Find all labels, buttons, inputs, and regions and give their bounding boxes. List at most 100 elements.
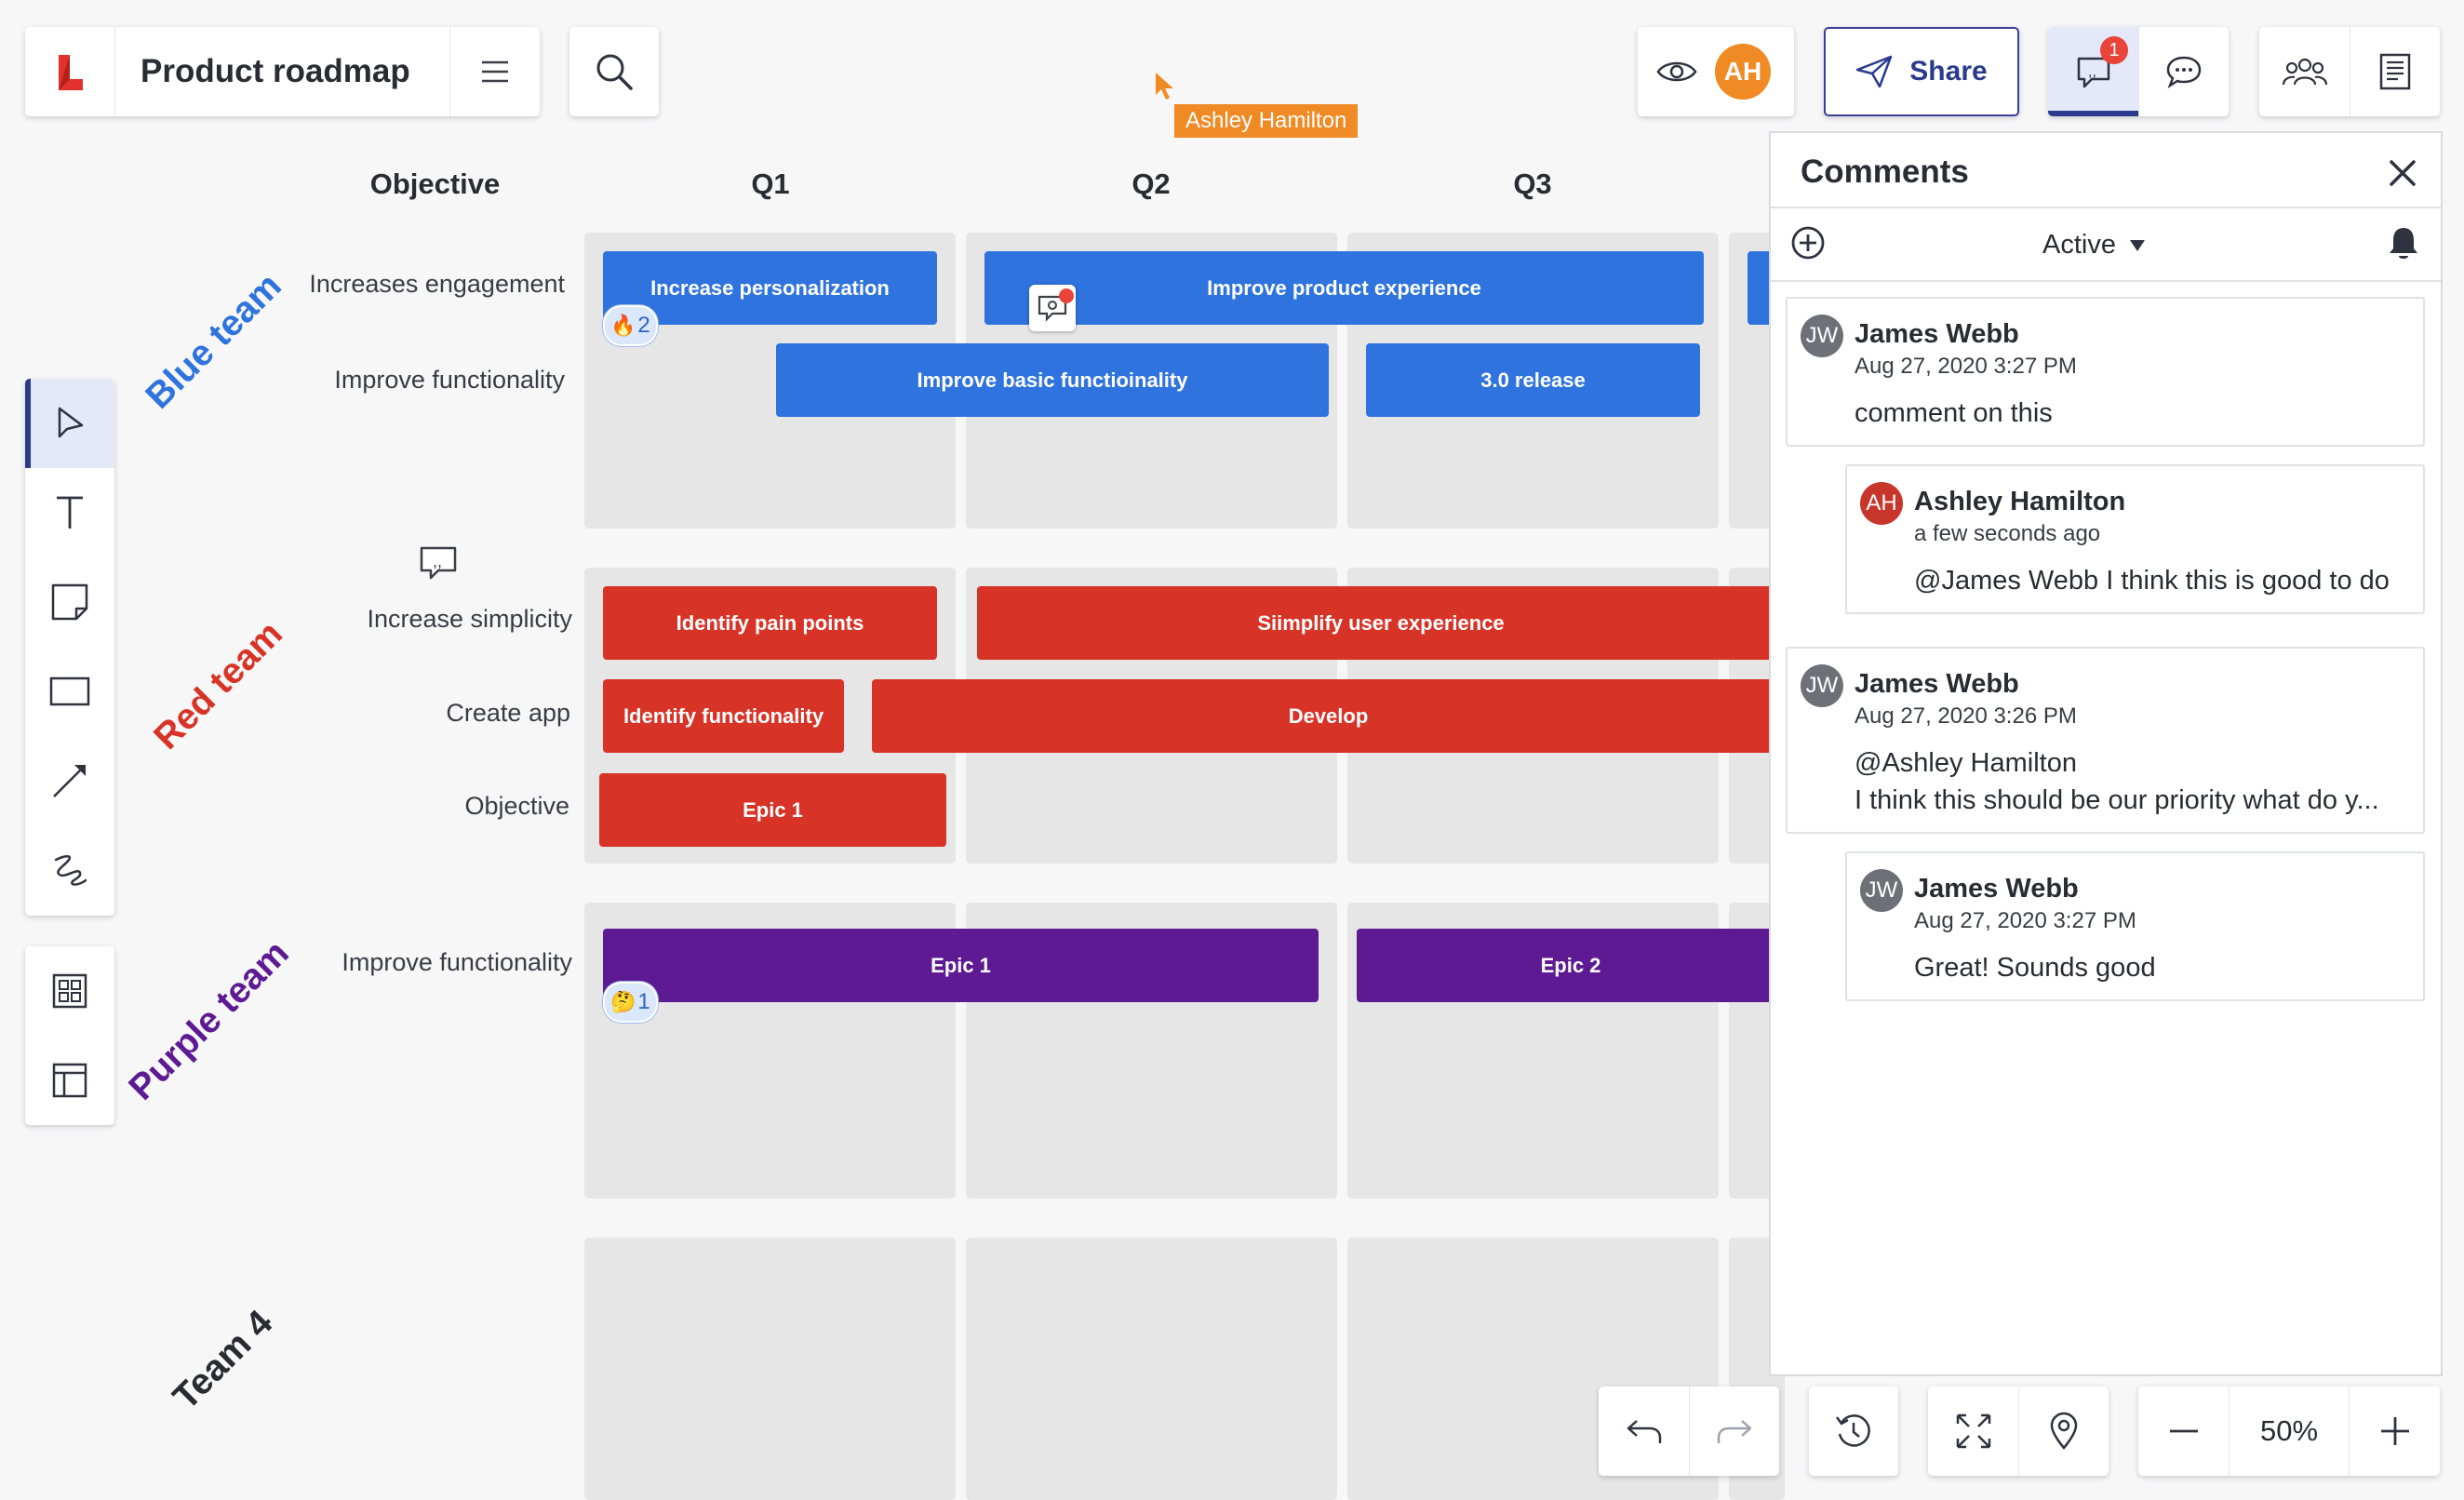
comment-date: Aug 27, 2020 3:27 PM xyxy=(1914,908,2136,933)
hamburger-menu-icon[interactable] xyxy=(450,27,540,116)
templates-button[interactable] xyxy=(25,1036,114,1125)
avatar: JW xyxy=(1801,664,1843,707)
shape-library-button[interactable] xyxy=(25,946,114,1036)
zoom-controls: 50% xyxy=(2138,1386,2440,1476)
freehand-tool[interactable] xyxy=(25,825,114,915)
comment-marker-icon[interactable]: ,, xyxy=(419,545,458,581)
avatar: AH xyxy=(1860,482,1903,525)
bar-epic-1-purple[interactable]: Epic 1 xyxy=(603,929,1319,1002)
cell-team4-q2[interactable] xyxy=(966,1238,1337,1500)
comment-author: James Webb xyxy=(1914,874,2079,904)
bar-improve-product-experience[interactable]: Improve product experience xyxy=(984,251,1704,325)
comment-text: Great! Sounds good xyxy=(1914,953,2156,983)
fit-to-screen-icon[interactable] xyxy=(1928,1386,2018,1476)
quarter-header-q1: Q1 xyxy=(751,167,790,200)
caret-down-icon xyxy=(2129,239,2145,251)
collaborators-icon[interactable] xyxy=(2259,27,2350,116)
comment-date: a few seconds ago xyxy=(1914,521,2101,546)
comment-notification-icon[interactable]: ,, 1 xyxy=(2048,27,2138,116)
comments-toggle-group: ,, 1 xyxy=(2048,27,2229,116)
library-toolbar xyxy=(25,946,114,1125)
document-title[interactable]: Product roadmap xyxy=(141,53,410,90)
objective-column-header: Objective xyxy=(369,167,501,200)
collaborator-cursor-icon xyxy=(1156,73,1173,100)
comment-card[interactable]: JW James Webb Aug 27, 2020 3:26 PM @Ashl… xyxy=(1786,647,2425,834)
redo-icon[interactable] xyxy=(1690,1386,1779,1476)
row-label[interactable]: Improve functionality xyxy=(341,948,572,977)
close-icon[interactable] xyxy=(2379,150,2426,196)
zoom-in-icon[interactable] xyxy=(2350,1386,2440,1476)
bar-simplify-user-experience[interactable]: Siimplify user experience xyxy=(977,586,1785,660)
comment-filter-value: Active xyxy=(2042,230,2116,260)
bar-improve-basic-functionality[interactable]: Improve basic functioinality xyxy=(776,343,1329,417)
comment-filter-dropdown[interactable]: Active xyxy=(2042,230,2146,261)
bar-identify-pain-points[interactable]: Identify pain points xyxy=(603,586,937,660)
quarter-header-q2: Q2 xyxy=(1132,167,1171,200)
bar-epic-2-purple[interactable]: Epic 2 xyxy=(1357,929,1785,1002)
sticky-note-tool[interactable] xyxy=(25,557,114,647)
share-send-icon xyxy=(1856,55,1893,88)
line-tool[interactable] xyxy=(25,736,114,825)
eye-icon[interactable] xyxy=(1638,27,1716,116)
view-presence-group: AH xyxy=(1638,27,1794,116)
history-icon[interactable] xyxy=(1809,1386,1898,1476)
thinking-emoji-icon: 🤔 xyxy=(610,990,636,1013)
rectangle-tool[interactable] xyxy=(25,647,114,736)
zoom-out-icon[interactable] xyxy=(2138,1386,2229,1476)
chat-bubble-icon[interactable] xyxy=(2139,27,2229,116)
team-label-blue[interactable]: Blue team xyxy=(127,255,301,429)
row-label[interactable]: Improve functionality xyxy=(334,366,565,395)
bar-3-0-release[interactable]: 3.0 release xyxy=(1366,343,1700,417)
sticky-note-icon xyxy=(51,583,88,621)
comment-reply-card[interactable]: AH Ashley Hamilton a few seconds ago @Ja… xyxy=(1845,464,2425,614)
comment-text: @James Webb I think this is good to do xyxy=(1914,566,2390,596)
comment-author: Ashley Hamilton xyxy=(1914,487,2126,516)
svg-text:,,: ,, xyxy=(2088,64,2096,80)
reaction-badge-thinking[interactable]: 🤔 1 xyxy=(603,982,658,1023)
document-title-bar: Product roadmap xyxy=(25,27,540,116)
cell-team4-q1[interactable] xyxy=(584,1238,956,1500)
reaction-count: 2 xyxy=(637,313,650,338)
drawing-toolbar xyxy=(25,379,114,916)
row-label[interactable]: Objective xyxy=(464,792,569,821)
location-pin-icon[interactable] xyxy=(2019,1386,2109,1476)
text-tool[interactable] xyxy=(25,468,114,557)
collaborator-cursor-label: Ashley Hamilton xyxy=(1174,104,1359,138)
team-label-purple[interactable]: Purple team xyxy=(116,928,303,1115)
template-icon xyxy=(52,1063,87,1098)
collaboration-group xyxy=(2259,27,2440,116)
select-tool[interactable] xyxy=(25,379,114,468)
comment-date: Aug 27, 2020 3:26 PM xyxy=(1855,703,2077,729)
shape-library-icon xyxy=(52,973,87,1009)
notification-badge: 1 xyxy=(2100,36,2128,64)
row-label[interactable]: Increases engagement xyxy=(309,270,565,299)
bar-epic-1-red[interactable]: Epic 1 xyxy=(599,773,946,847)
team-label-red[interactable]: Red team xyxy=(135,602,302,770)
row-label[interactable]: Increase simplicity xyxy=(367,605,572,634)
avatar[interactable]: AH xyxy=(1715,44,1771,100)
notes-icon[interactable] xyxy=(2350,27,2440,116)
search-icon[interactable] xyxy=(569,27,659,116)
comment-card[interactable]: JW James Webb Aug 27, 2020 3:27 PM comme… xyxy=(1786,297,2425,447)
text-tool-icon xyxy=(57,496,83,529)
share-button[interactable]: Share xyxy=(1824,27,2019,116)
share-label: Share xyxy=(1909,56,1988,87)
reaction-badge-fire[interactable]: 🔥 2 xyxy=(603,305,658,346)
bell-icon[interactable] xyxy=(2383,222,2424,263)
add-comment-icon[interactable] xyxy=(1788,222,1828,263)
zoom-level[interactable]: 50% xyxy=(2230,1386,2349,1476)
team-label-team4[interactable]: Team 4 xyxy=(153,1290,293,1430)
undo-icon[interactable] xyxy=(1599,1386,1689,1476)
mention-badge[interactable] xyxy=(1029,285,1076,331)
lucid-logo-icon[interactable] xyxy=(25,27,114,116)
comment-text-line: @Ashley Hamilton xyxy=(1855,748,2077,778)
row-label[interactable]: Create app xyxy=(446,699,570,728)
bar-develop[interactable]: Develop xyxy=(872,679,1785,753)
freehand-icon xyxy=(54,855,87,886)
undo-redo-group xyxy=(1599,1386,1779,1476)
quarter-header-q3: Q3 xyxy=(1513,167,1552,200)
comment-author: James Webb xyxy=(1855,319,2019,349)
bar-identify-functionality[interactable]: Identify functionality xyxy=(603,679,844,753)
comment-reply-card[interactable]: JW James Webb Aug 27, 2020 3:27 PM Great… xyxy=(1845,851,2425,1001)
view-controls-group xyxy=(1928,1386,2109,1476)
